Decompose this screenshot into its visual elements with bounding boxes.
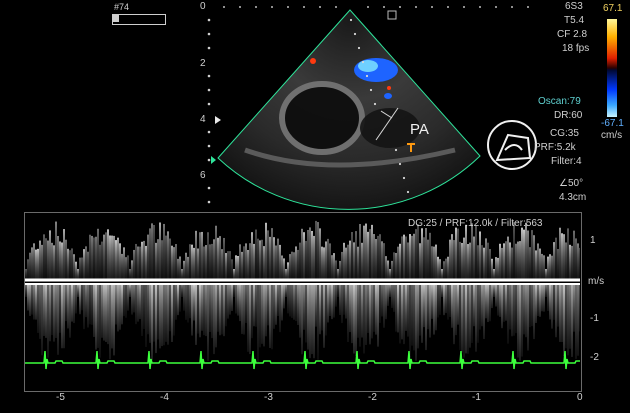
colorbar-unit: cm/s [601,130,623,141]
heart-orientation-icon [487,120,537,170]
doppler-xtick: -4 [160,392,169,403]
param-filter: Filter:4 [551,156,582,167]
colorbar-max: 67.1 [603,3,623,14]
param-fps: 18 fps [562,43,590,54]
pa-label: PA [410,121,429,138]
color-velocity-bar [607,19,617,117]
param-dr: DR:60 [554,110,583,121]
param-cf: CF 2.8 [557,29,588,40]
doppler-xtick: -5 [56,392,65,403]
depth-dots [207,18,211,204]
param-oscan: Oscan:79 [538,96,581,107]
param-prf: PRF:5.2k [534,142,576,153]
doppler-ytick-neg2: -2 [590,352,599,363]
param-depth: 4.3cm [559,192,587,203]
doppler-ytick-1: 1 [590,235,596,246]
doppler-ytick-neg1: -1 [590,313,599,324]
param-angle: ∠50° [559,178,584,189]
param-t: T5.4 [564,15,585,26]
doppler-xtick: -2 [368,392,377,403]
doppler-xtick: 0 [577,392,583,403]
echo-sector-image [207,6,537,210]
doppler-xtick: -3 [264,392,273,403]
param-cg: CG:35 [550,128,579,139]
colorbar-min: -67.1 [601,118,624,129]
doppler-spectrum [25,220,580,370]
doppler-unit: m/s [588,276,605,287]
probe-name: 6S3 [565,1,583,12]
doppler-xtick: -1 [472,392,481,403]
